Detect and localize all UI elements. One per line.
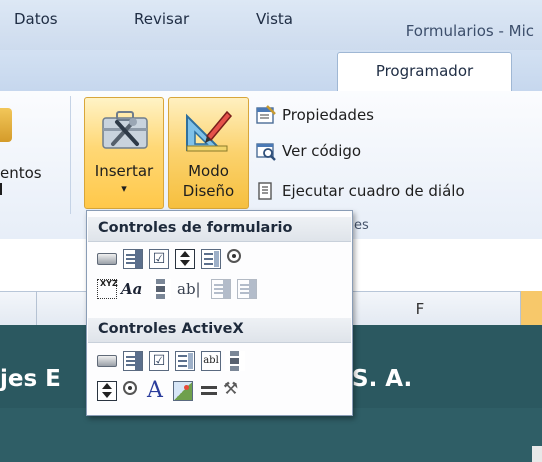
activex-text-box-icon[interactable]: abl bbox=[201, 351, 221, 371]
activex-option-button-icon[interactable] bbox=[123, 381, 137, 395]
ver-codigo-label: Ver código bbox=[282, 142, 362, 160]
option-button-icon[interactable] bbox=[227, 249, 241, 263]
scroll-bar-icon[interactable] bbox=[151, 279, 171, 299]
insertar-label: Insertar bbox=[94, 162, 154, 180]
complementos-label-tail bbox=[0, 183, 10, 195]
modo-label: Modo bbox=[188, 162, 229, 180]
button-icon[interactable] bbox=[97, 253, 117, 265]
activex-button-icon[interactable] bbox=[97, 355, 117, 367]
cell-title-left: jes E bbox=[0, 366, 61, 392]
activex-scroll-bar-icon[interactable] bbox=[225, 351, 245, 371]
column-divider bbox=[520, 291, 521, 325]
text-field-icon: ab| bbox=[177, 280, 201, 298]
insertar-dropdown-menu: Controles de formulario ☑ XYZ Aa ab| Con… bbox=[86, 210, 353, 416]
list-box-icon[interactable] bbox=[201, 249, 221, 269]
form-controls-header-label: Controles de formulario bbox=[98, 220, 293, 236]
activex-image-icon[interactable] bbox=[173, 381, 193, 401]
run-dialog-icon bbox=[258, 182, 272, 200]
insertar-button[interactable]: Insertar ▾ bbox=[84, 97, 164, 209]
activex-list-box-icon[interactable] bbox=[175, 351, 195, 371]
tab-revisar[interactable]: Revisar bbox=[134, 10, 189, 28]
diseno-label: Diseño bbox=[182, 182, 235, 200]
tab-programador-label: Programador bbox=[375, 62, 474, 80]
activex-controls-header-label: Controles ActiveX bbox=[98, 321, 244, 337]
column-divider bbox=[36, 291, 37, 325]
column-header-F[interactable]: F bbox=[400, 300, 440, 318]
sheet-edge bbox=[532, 446, 542, 462]
propiedades-label: Propiedades bbox=[282, 106, 374, 124]
activex-toggle-button-icon[interactable] bbox=[199, 381, 219, 401]
combo-drop-down-edit-icon bbox=[237, 279, 257, 299]
cell-title-right: S. A. bbox=[352, 366, 413, 392]
tab-programador[interactable]: Programador bbox=[337, 52, 512, 96]
chevron-down-icon: ▾ bbox=[121, 182, 127, 195]
group-box-icon[interactable]: XYZ bbox=[97, 279, 118, 299]
complementos-label: entos bbox=[0, 164, 42, 182]
form-controls-header: Controles de formulario bbox=[88, 217, 351, 242]
tab-datos[interactable]: Datos bbox=[14, 10, 58, 28]
spin-button-icon[interactable] bbox=[175, 249, 195, 269]
check-box-icon[interactable]: ☑ bbox=[149, 249, 169, 269]
activex-label-icon[interactable]: A bbox=[147, 380, 167, 402]
group-separator bbox=[70, 96, 71, 214]
activex-controls-header: Controles ActiveX bbox=[88, 318, 351, 343]
combo-box-icon[interactable] bbox=[123, 249, 143, 269]
view-code-icon bbox=[256, 143, 276, 161]
group-label-controles: es bbox=[354, 218, 369, 233]
ejecutar-label: Ejecutar cuadro de diálo bbox=[282, 182, 465, 200]
window-title: Formularios - Mic bbox=[405, 22, 534, 40]
more-controls-icon[interactable]: ⚒ bbox=[223, 379, 243, 399]
properties-icon bbox=[256, 105, 276, 124]
modo-diseno-button[interactable]: Modo Diseño bbox=[168, 97, 249, 209]
tab-vista[interactable]: Vista bbox=[256, 10, 293, 28]
design-mode-icon bbox=[186, 110, 233, 152]
toolbox-icon bbox=[102, 111, 148, 149]
macros-icon[interactable] bbox=[0, 108, 12, 142]
combo-list-edit-icon bbox=[211, 279, 231, 299]
label-icon[interactable]: Aa bbox=[121, 279, 147, 299]
activex-check-box-icon[interactable]: ☑ bbox=[149, 351, 169, 371]
selected-column-header[interactable] bbox=[521, 291, 542, 325]
activex-spin-button-icon[interactable] bbox=[97, 381, 117, 401]
worksheet-row bbox=[0, 408, 542, 462]
activex-combo-box-icon[interactable] bbox=[123, 351, 143, 371]
